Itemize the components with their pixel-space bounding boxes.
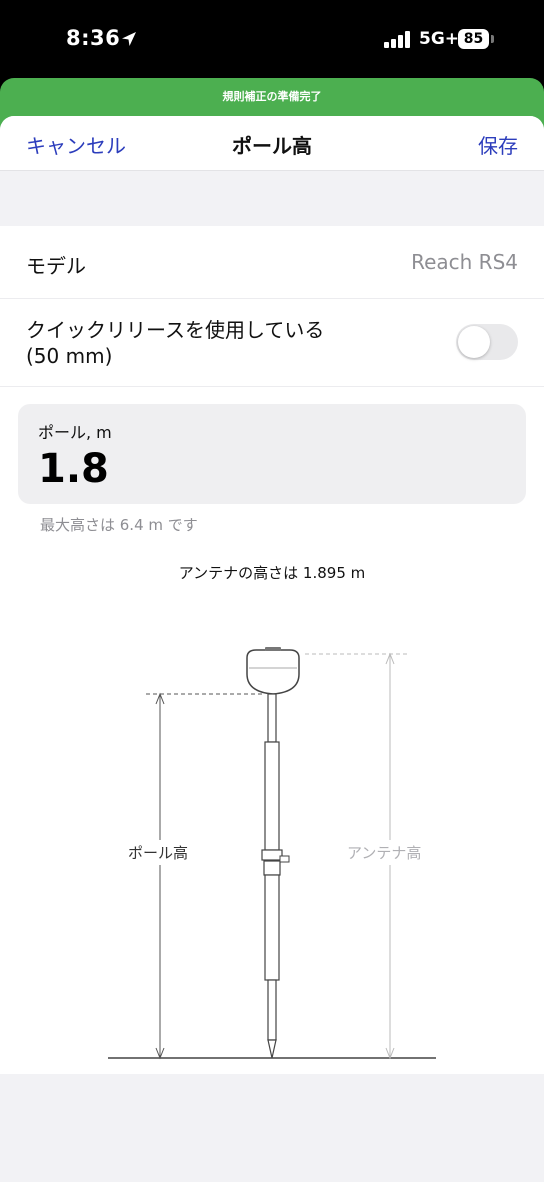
save-button[interactable]: 保存 xyxy=(478,130,518,159)
signal-bars-icon xyxy=(384,31,410,48)
pole-clamp xyxy=(261,849,283,861)
status-bar: 8:36 5G+ 85 xyxy=(0,0,544,78)
battery-icon: 85 xyxy=(458,29,489,49)
banner-text: 規則補正の準備完了 xyxy=(222,90,322,103)
bubble-level xyxy=(263,860,281,876)
quick-release-size: (50 mm) xyxy=(26,344,113,368)
location-arrow-icon xyxy=(122,32,136,46)
pole-spike xyxy=(267,1039,277,1059)
quick-release-row: クイックリリースを使用している (50 mm) xyxy=(0,298,544,387)
battery-tip xyxy=(491,35,494,43)
settings-content: モデル Reach RS4 クイックリリースを使用している (50 mm) ポー… xyxy=(0,226,544,1074)
pole-lower-section xyxy=(264,874,280,981)
pole-tip-section xyxy=(267,979,277,1041)
pole-height-input[interactable] xyxy=(38,446,498,492)
clamp-lever xyxy=(279,855,290,863)
pole-upper-section xyxy=(264,741,280,851)
pole-height-field-label: ポール, m xyxy=(38,423,112,442)
model-label: モデル xyxy=(26,254,86,278)
status-time: 8:36 xyxy=(66,26,121,50)
quick-release-label: クイックリリースを使用している xyxy=(26,318,325,342)
navigation-bar: キャンセル ポール高 保存 xyxy=(0,116,544,171)
toggle-knob xyxy=(458,326,490,358)
antenna-height-text: アンテナの高さは 1.895 m xyxy=(178,564,366,582)
pole-height-label: ポール高 xyxy=(128,840,189,865)
max-height-hint: 最大高さは 6.4 m です xyxy=(40,516,198,534)
antenna-height-label: アンテナ高 xyxy=(347,840,422,865)
receiver-head xyxy=(246,649,300,695)
pole-top-adapter xyxy=(267,693,277,743)
pole-diagram: ポール高 アンテナ高 xyxy=(0,618,544,1074)
model-value: Reach RS4 xyxy=(411,250,518,274)
cancel-button[interactable]: キャンセル xyxy=(26,130,126,159)
pole-height-field[interactable]: ポール, m xyxy=(18,404,526,504)
pole-height-sheet: キャンセル ポール高 保存 モデル Reach RS4 クイックリリースを使用し… xyxy=(0,116,544,1182)
model-row[interactable]: モデル Reach RS4 xyxy=(0,226,544,299)
network-type: 5G+ xyxy=(419,29,460,49)
quick-release-toggle[interactable] xyxy=(456,324,518,360)
receiver-button xyxy=(265,647,281,651)
pole-illustration xyxy=(108,647,436,1060)
